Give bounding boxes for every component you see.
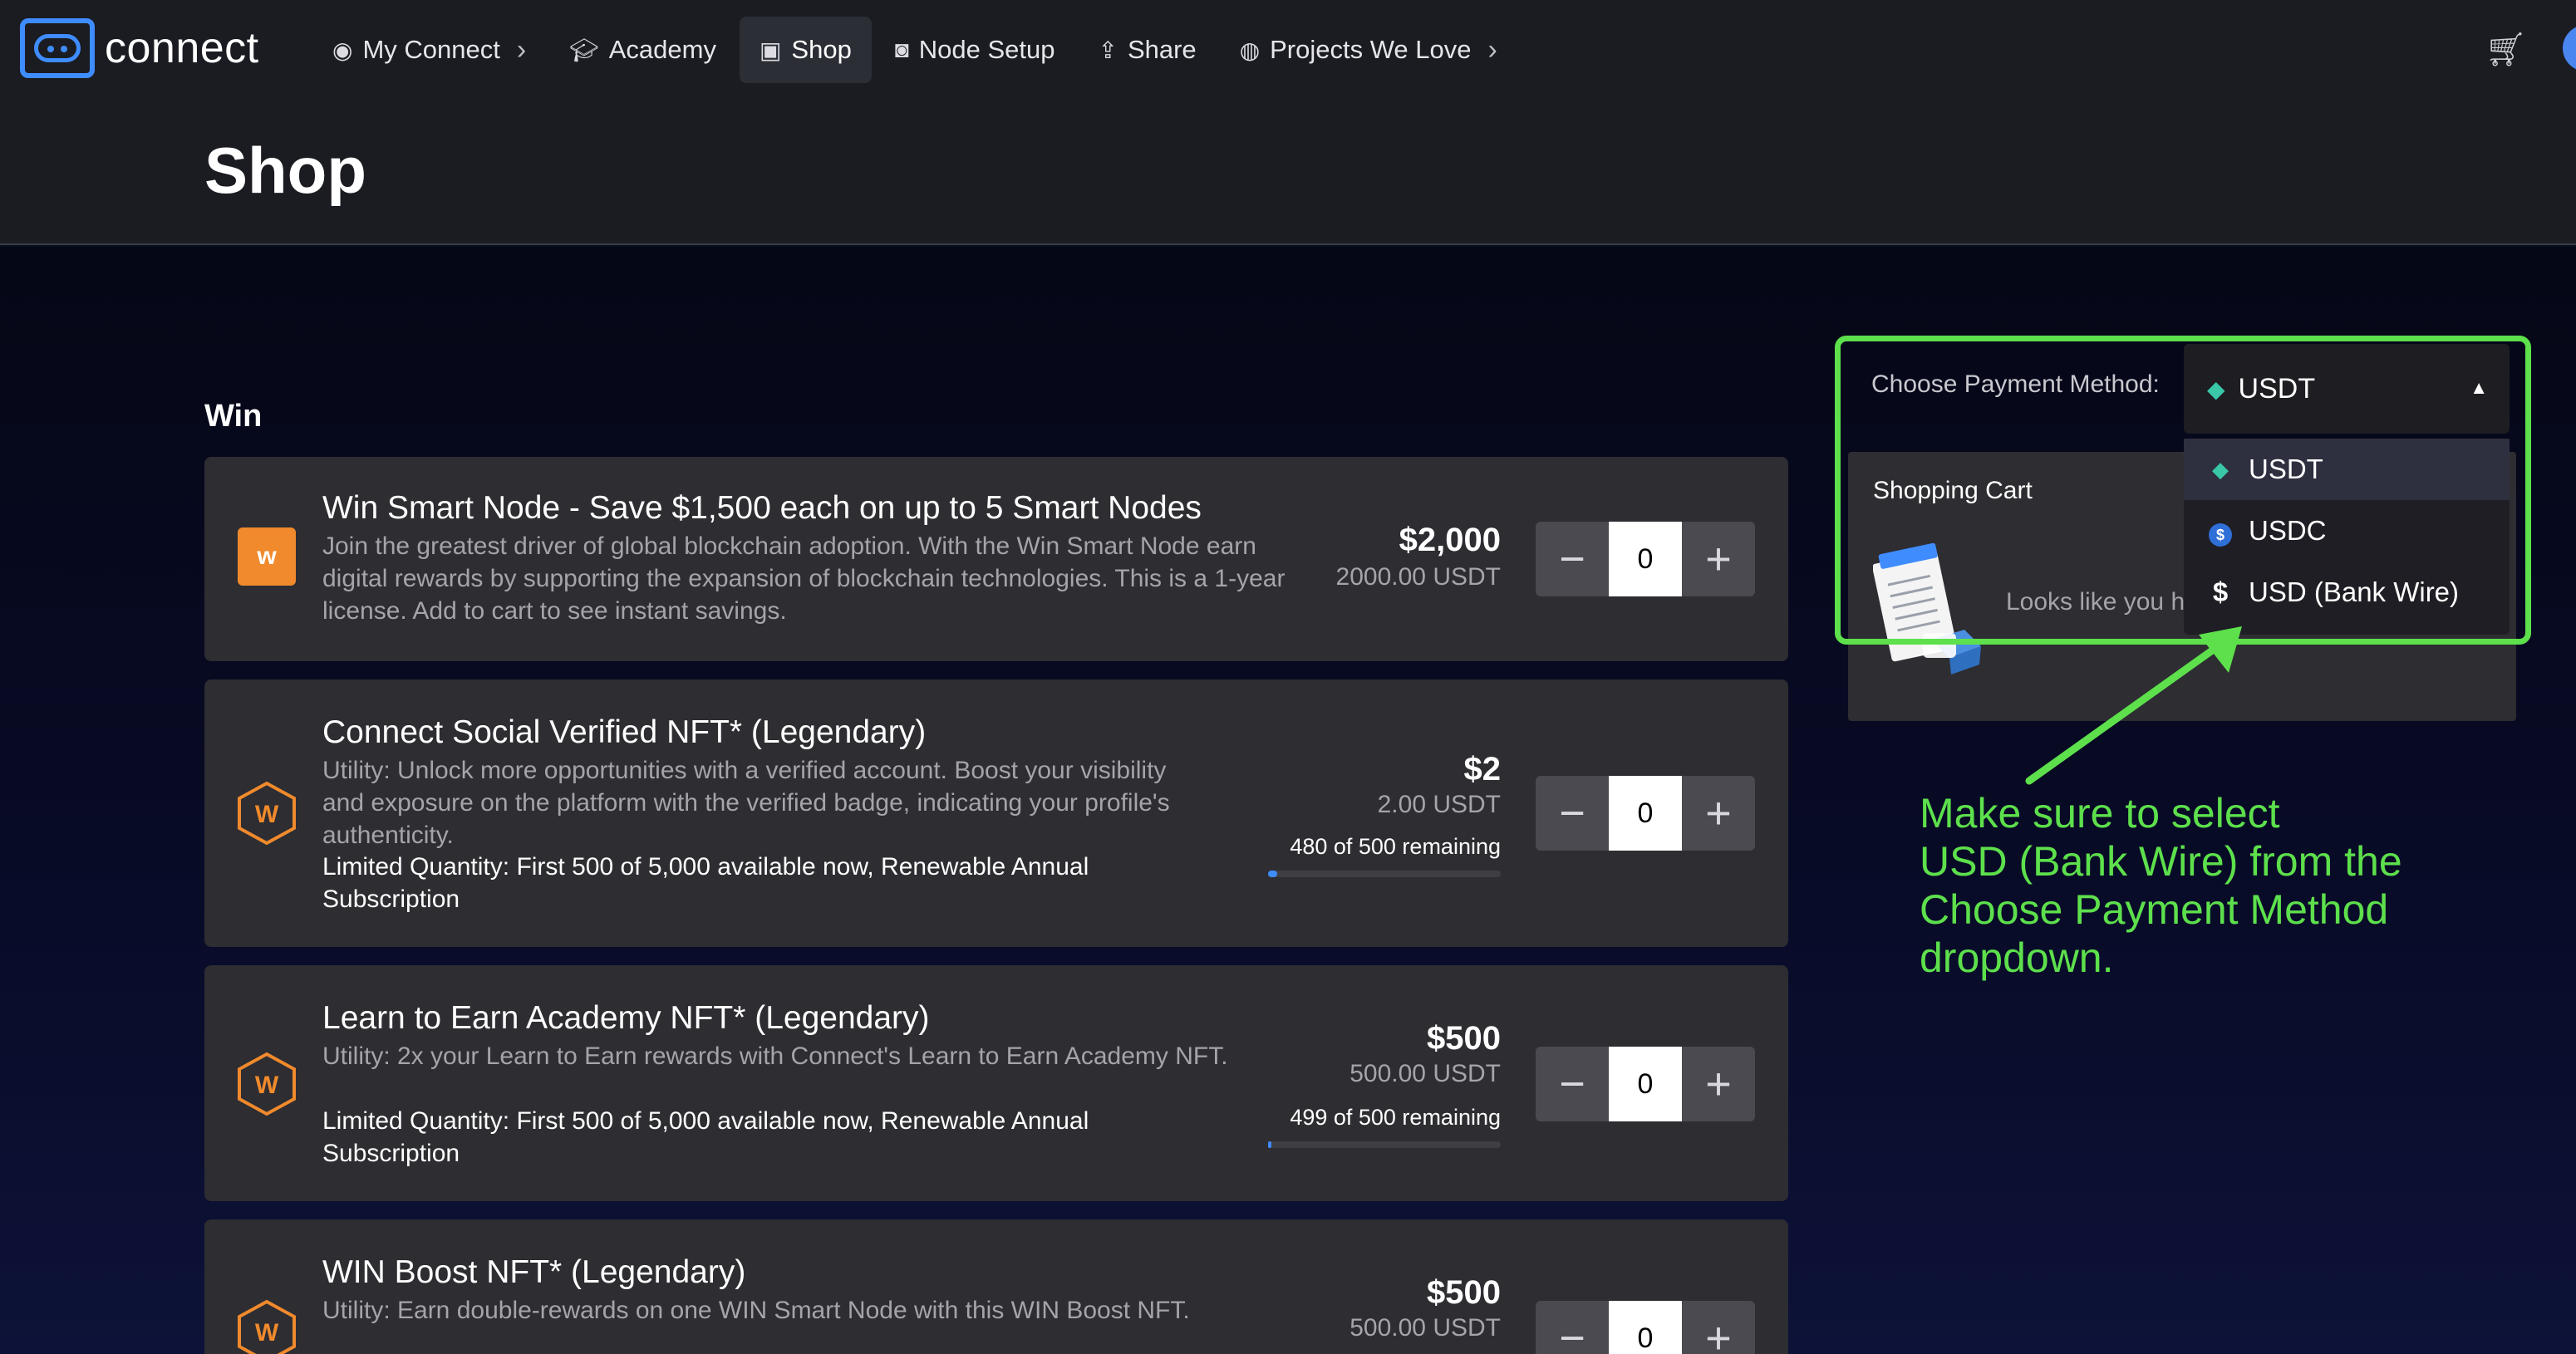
nav-item-node-setup[interactable]: ◙ Node Setup — [875, 17, 1075, 83]
nav-item-academy[interactable]: 🎓︎ Academy — [549, 17, 736, 83]
shopping-bag-icon: ▣ — [759, 37, 782, 63]
highlight-box — [1835, 336, 2531, 645]
annotation-arrow-icon — [2025, 626, 2242, 785]
nav-label: My Connect — [362, 35, 500, 64]
remaining-progress — [1268, 871, 1501, 877]
quantity-stepper: − 0 + — [1536, 776, 1755, 851]
section-title: Win — [204, 399, 263, 434]
increment-button[interactable]: + — [1682, 1047, 1755, 1121]
page-title: Shop — [204, 134, 366, 207]
win-hex-logo-icon: W — [238, 1299, 296, 1354]
logo-mark-icon — [20, 18, 95, 78]
product-price-usdt: 500.00 USDT — [1349, 1314, 1501, 1342]
cart-icon[interactable]: 🛒︎ — [2485, 30, 2527, 69]
svg-text:W: W — [255, 1072, 279, 1099]
quantity-input[interactable]: 0 — [1609, 776, 1682, 851]
share-icon: ⇪ — [1098, 37, 1118, 63]
svg-text:W: W — [255, 1319, 279, 1347]
decrement-button[interactable]: − — [1536, 522, 1609, 596]
quantity-stepper: − 0 + — [1536, 1047, 1755, 1121]
product-price: $500 — [1427, 1020, 1501, 1057]
nav-label: Shop — [791, 35, 852, 64]
main-nav: ◉ My Connect › 🎓︎ Academy ▣ Shop ◙ Node … — [312, 17, 1521, 83]
product-title: WIN Boost NFT* (Legendary) — [322, 1254, 746, 1290]
win-logo-icon: w — [238, 527, 296, 586]
product-price-usdt: 500.00 USDT — [1349, 1060, 1501, 1087]
product-card-social-verified-nft: W Connect Social Verified NFT* (Legendar… — [204, 679, 1788, 947]
progress-fill — [1268, 1141, 1272, 1148]
remaining-count: 499 of 500 remaining — [1290, 1105, 1501, 1130]
decrement-button[interactable]: − — [1536, 776, 1609, 851]
quantity-stepper: − 0 + — [1536, 1301, 1755, 1354]
chevron-right-icon: › — [1487, 33, 1497, 66]
product-limit: Limited Quantity: First 500 of 5,000 ava… — [322, 1107, 1089, 1167]
quantity-input[interactable]: 0 — [1609, 1301, 1682, 1354]
nav-label: Node Setup — [918, 35, 1055, 64]
graduation-cap-icon: 🎓︎ — [569, 37, 599, 63]
product-card-win-smart-node: w Win Smart Node - Save $1,500 each on u… — [204, 457, 1788, 661]
product-card-learn-to-earn-nft: W Learn to Earn Academy NFT* (Legendary)… — [204, 965, 1788, 1201]
annotation-text: Make sure to select USD (Bank Wire) from… — [1920, 790, 2402, 981]
nav-item-share[interactable]: ⇪ Share — [1078, 17, 1216, 83]
product-price: $2 — [1463, 751, 1502, 787]
product-description: Utility: 2x your Learn to Earn rewards w… — [322, 1042, 1228, 1070]
compass-icon: ◍ — [1239, 37, 1261, 63]
nav-label: Share — [1127, 35, 1197, 64]
quantity-stepper: − 0 + — [1536, 522, 1755, 596]
product-description: Join the greatest driver of global block… — [322, 532, 1286, 625]
decrement-button[interactable]: − — [1536, 1301, 1609, 1354]
product-price: $500 — [1427, 1274, 1501, 1311]
progress-fill — [1268, 871, 1278, 877]
nav-label: Academy — [608, 35, 716, 64]
quantity-input[interactable]: 0 — [1609, 522, 1682, 596]
product-price: $2,000 — [1399, 522, 1501, 558]
product-title: Learn to Earn Academy NFT* (Legendary) — [322, 1000, 930, 1036]
nav-item-shop[interactable]: ▣ Shop — [739, 17, 872, 83]
product-card-win-boost-nft: W WIN Boost NFT* (Legendary) Utility: Ea… — [204, 1219, 1788, 1354]
remaining-progress — [1268, 1141, 1501, 1148]
remaining-count: 480 of 500 remaining — [1290, 834, 1501, 859]
win-hex-logo-icon: W — [238, 1052, 296, 1116]
quantity-input[interactable]: 0 — [1609, 1047, 1682, 1121]
product-description: Utility: Unlock more opportunities with … — [322, 757, 1170, 849]
node-icon: ◙ — [894, 37, 909, 62]
product-limit: Limited Quantity: First 500 of 5,000 ava… — [322, 853, 1089, 913]
chevron-right-icon: › — [516, 33, 527, 66]
app-name: connect — [105, 24, 259, 72]
increment-button[interactable]: + — [1682, 776, 1755, 851]
win-hex-logo-icon: W — [238, 781, 296, 846]
nav-item-projects-we-love[interactable]: ◍ Projects We Love › — [1220, 17, 1517, 83]
decrement-button[interactable]: − — [1536, 1047, 1609, 1121]
increment-button[interactable]: + — [1682, 1301, 1755, 1354]
product-title: Win Smart Node - Save $1,500 each on up … — [322, 490, 1202, 526]
increment-button[interactable]: + — [1682, 522, 1755, 596]
product-description: Utility: Earn double-rewards on one WIN … — [322, 1297, 1190, 1324]
app-logo[interactable]: connect — [20, 18, 259, 78]
product-price-usdt: 2.00 USDT — [1377, 791, 1501, 818]
product-title: Connect Social Verified NFT* (Legendary) — [322, 714, 927, 750]
product-price-usdt: 2000.00 USDT — [1335, 563, 1501, 591]
nav-item-my-connect[interactable]: ◉ My Connect › — [312, 17, 546, 83]
eye-icon: ◉ — [332, 37, 353, 63]
nav-label: Projects We Love — [1270, 35, 1472, 64]
svg-text:W: W — [255, 801, 279, 828]
